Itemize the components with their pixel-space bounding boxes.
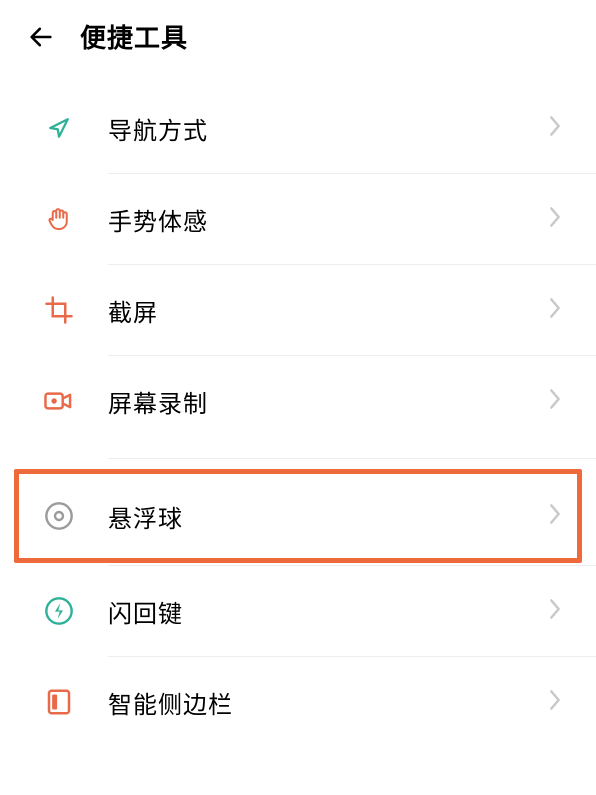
item-flashback[interactable]: 闪回键 — [0, 566, 596, 656]
chevron-right-icon — [548, 297, 562, 324]
item-screenshot[interactable]: 截屏 — [0, 265, 596, 355]
item-smart-sidebar[interactable]: 智能侧边栏 — [0, 657, 596, 747]
header: 便捷工具 — [0, 0, 596, 83]
circle-dot-icon — [42, 499, 76, 533]
item-gesture[interactable]: 手势体感 — [0, 174, 596, 264]
chevron-right-icon — [548, 598, 562, 625]
section-divider — [108, 458, 596, 459]
page-title: 便捷工具 — [80, 18, 188, 55]
back-button[interactable] — [24, 20, 58, 54]
item-label: 悬浮球 — [108, 499, 548, 534]
chevron-right-icon — [548, 115, 562, 142]
arrow-left-icon — [27, 23, 55, 51]
item-screen-record[interactable]: 屏幕录制 — [0, 356, 596, 446]
item-label: 截屏 — [108, 293, 548, 328]
nav-arrow-icon — [42, 111, 76, 145]
sidebar-icon — [42, 685, 76, 719]
settings-list: 导航方式 手势体感 截屏 — [0, 83, 596, 747]
item-label: 导航方式 — [108, 111, 548, 146]
item-label: 闪回键 — [108, 594, 548, 629]
item-label: 屏幕录制 — [108, 384, 548, 419]
hand-icon — [42, 202, 76, 236]
item-label: 智能侧边栏 — [108, 685, 548, 720]
chevron-right-icon — [548, 689, 562, 716]
camera-icon — [42, 384, 76, 418]
chevron-right-icon — [548, 388, 562, 415]
chevron-right-icon — [548, 503, 562, 530]
chevron-right-icon — [548, 206, 562, 233]
item-float-ball[interactable]: 悬浮球 — [0, 471, 596, 561]
item-label: 手势体感 — [108, 202, 548, 237]
item-navigation[interactable]: 导航方式 — [0, 83, 596, 173]
crop-icon — [42, 293, 76, 327]
flash-icon — [42, 594, 76, 628]
